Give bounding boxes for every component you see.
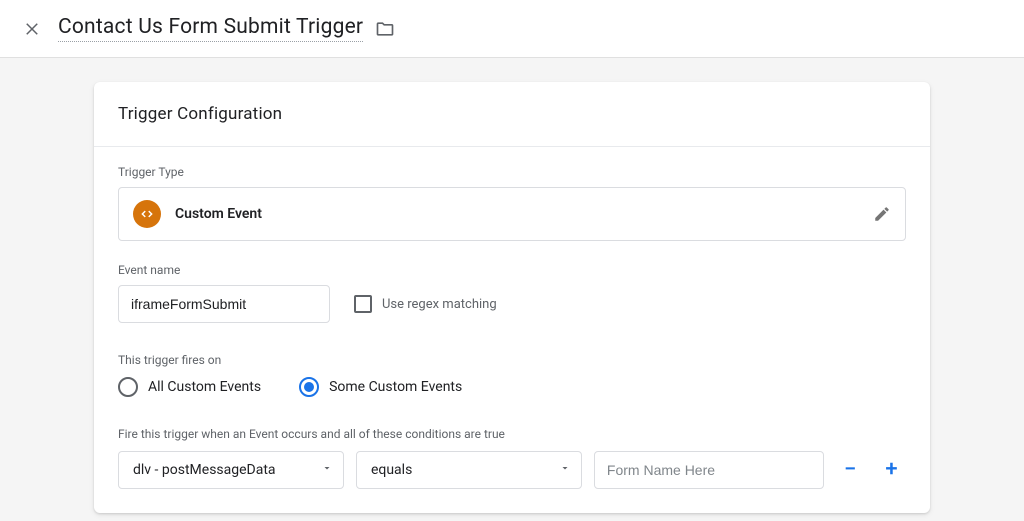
radio-some-custom-events[interactable]: Some Custom Events xyxy=(299,377,462,397)
close-icon xyxy=(23,20,41,38)
regex-checkbox-label: Use regex matching xyxy=(382,297,497,312)
trigger-type-value: Custom Event xyxy=(175,206,262,222)
chevron-down-icon xyxy=(559,462,571,478)
radio-label: Some Custom Events xyxy=(329,379,462,395)
regex-checkbox-wrap[interactable]: Use regex matching xyxy=(354,295,497,313)
condition-row: dlv - postMessageData equals − + xyxy=(118,451,906,489)
radio-label: All Custom Events xyxy=(148,379,261,395)
edit-icon[interactable] xyxy=(873,205,891,223)
close-button[interactable] xyxy=(12,9,52,49)
add-condition-button[interactable]: + xyxy=(877,455,906,485)
remove-condition-button[interactable]: − xyxy=(836,455,865,485)
event-name-input[interactable] xyxy=(118,285,330,323)
radio-icon xyxy=(299,377,319,397)
trigger-type-selector[interactable]: Custom Event xyxy=(118,187,906,241)
page-title[interactable]: Contact Us Form Submit Trigger xyxy=(58,15,363,42)
radio-all-custom-events[interactable]: All Custom Events xyxy=(118,377,261,397)
fires-on-label: This trigger fires on xyxy=(118,353,906,367)
card-title: Trigger Configuration xyxy=(94,82,930,147)
condition-section: Fire this trigger when an Event occurs a… xyxy=(94,427,930,513)
folder-icon[interactable] xyxy=(375,19,395,39)
chevron-down-icon xyxy=(321,462,333,478)
config-card: Trigger Configuration Trigger Type Custo… xyxy=(94,82,930,513)
condition-operator-select[interactable]: equals xyxy=(356,451,582,489)
radio-icon xyxy=(118,377,138,397)
trigger-type-section: Trigger Type Custom Event xyxy=(94,147,930,245)
regex-checkbox[interactable] xyxy=(354,295,372,313)
condition-value-input[interactable] xyxy=(594,451,824,489)
top-bar: Contact Us Form Submit Trigger xyxy=(0,0,1024,58)
condition-label: Fire this trigger when an Event occurs a… xyxy=(118,427,906,441)
event-name-label: Event name xyxy=(118,263,906,277)
custom-event-icon xyxy=(133,200,161,228)
condition-variable-select[interactable]: dlv - postMessageData xyxy=(118,451,344,489)
fires-on-section: This trigger fires on All Custom Events … xyxy=(94,327,930,407)
trigger-type-label: Trigger Type xyxy=(118,165,906,179)
event-name-section: Event name Use regex matching xyxy=(94,245,930,327)
condition-operator-value: equals xyxy=(371,462,412,478)
condition-variable-value: dlv - postMessageData xyxy=(133,462,276,478)
